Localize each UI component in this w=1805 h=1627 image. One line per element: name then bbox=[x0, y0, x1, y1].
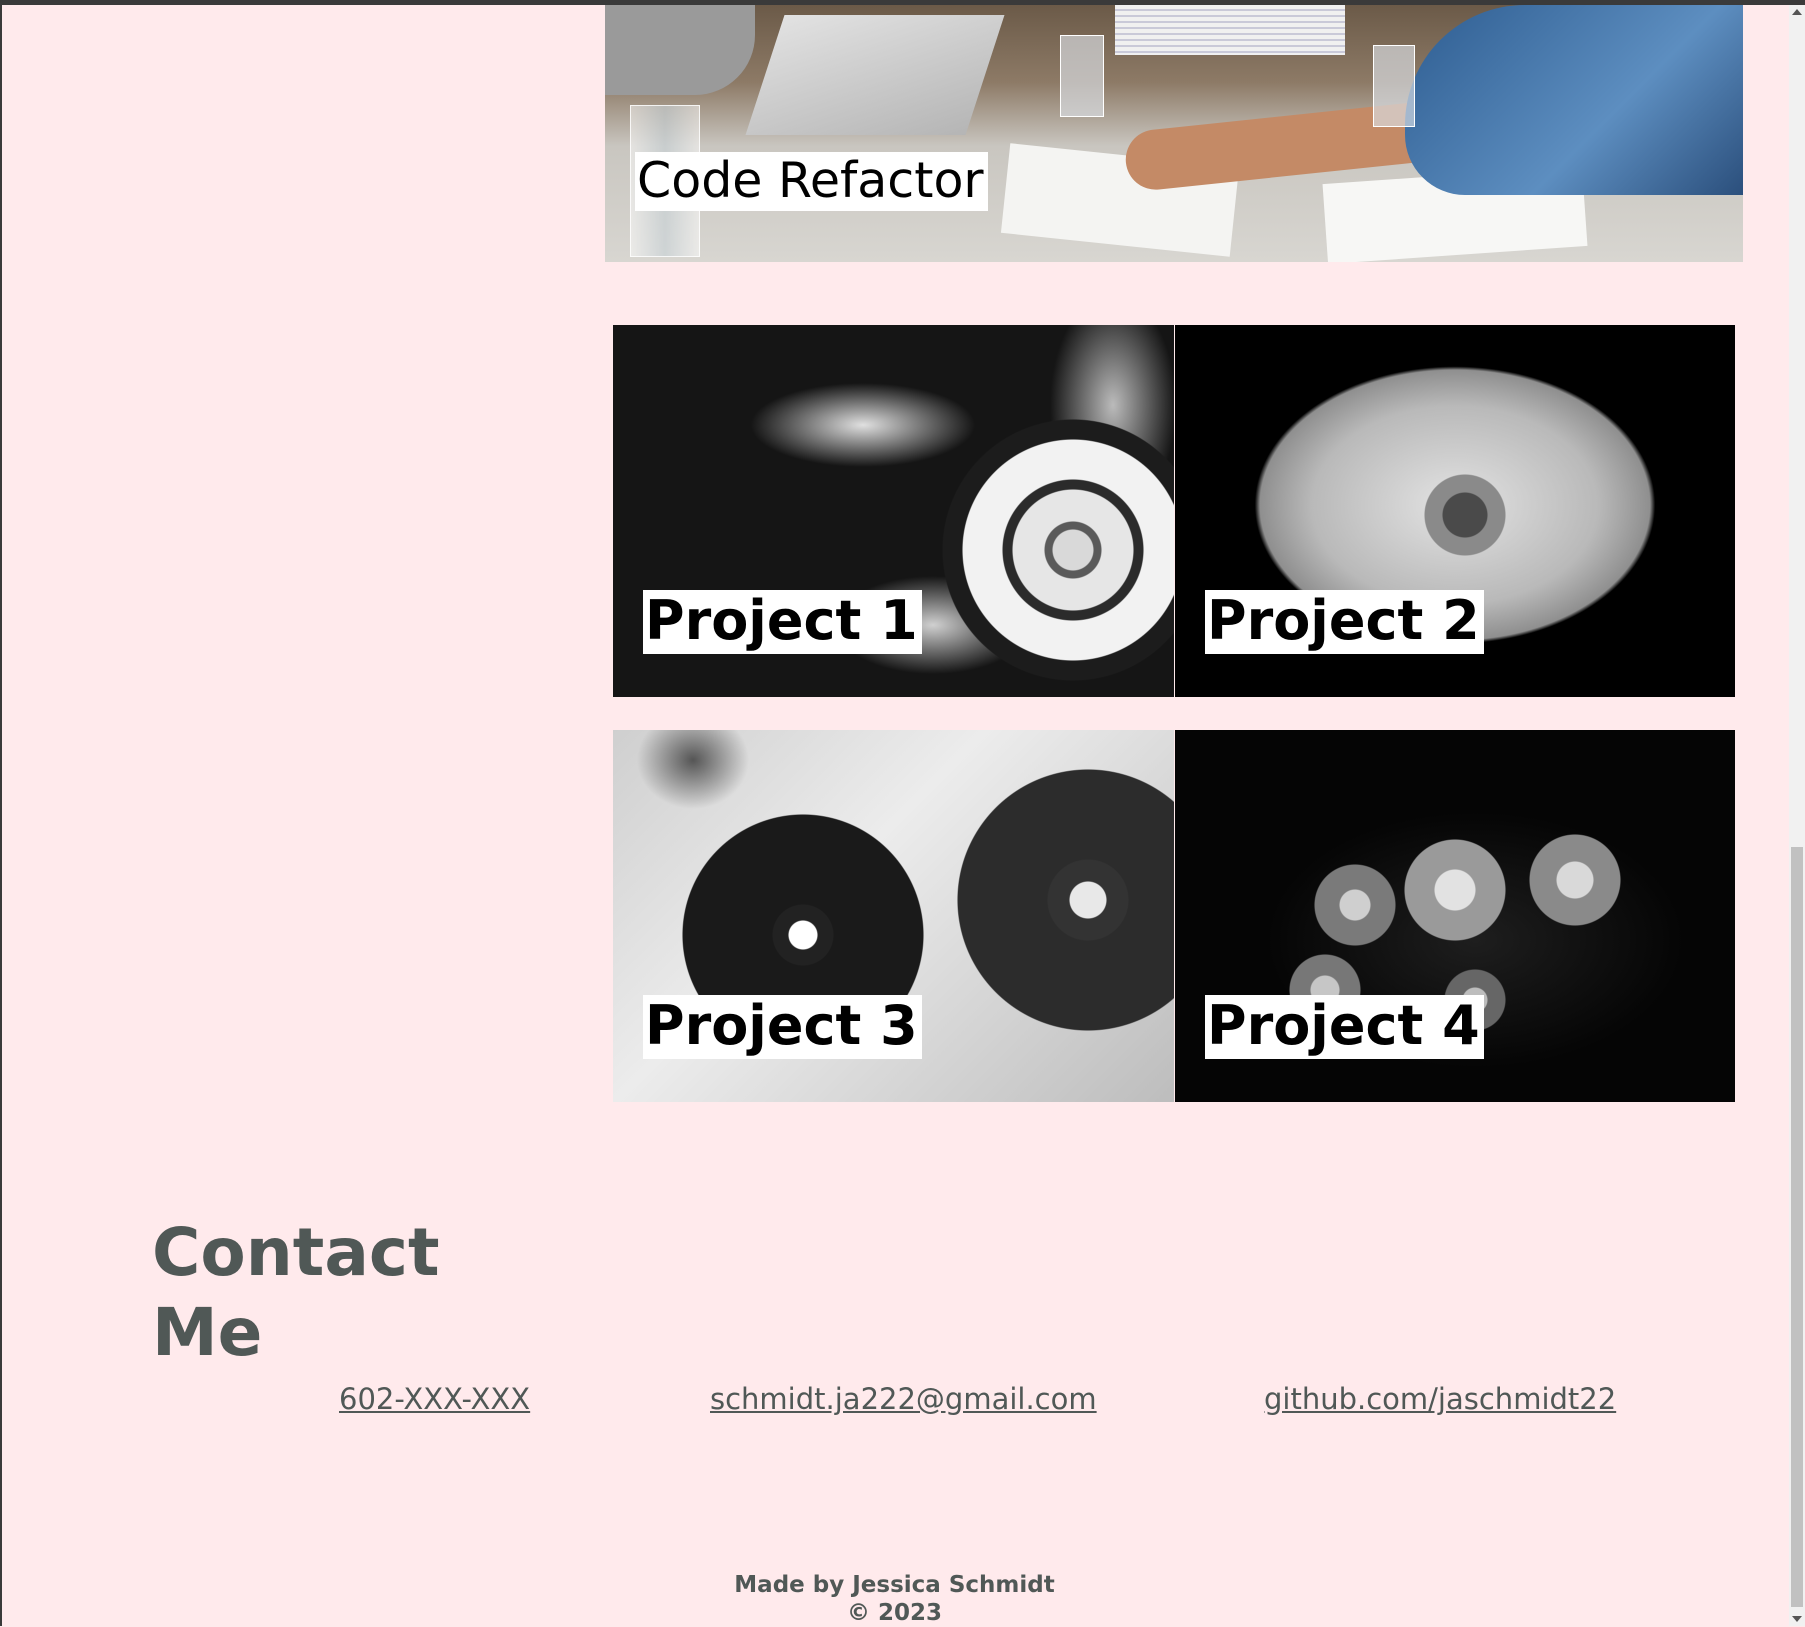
project-card-code-refactor[interactable]: Code Refactor bbox=[605, 5, 1743, 262]
vertical-scrollbar[interactable] bbox=[1789, 5, 1805, 1626]
project-card-4[interactable]: Project 4 bbox=[1175, 730, 1735, 1102]
email-link[interactable]: schmidt.ja222@gmail.com bbox=[710, 1382, 1097, 1416]
project-card-3[interactable]: Project 3 bbox=[613, 730, 1174, 1102]
github-link[interactable]: github.com/jaschmidt22 bbox=[1264, 1382, 1616, 1416]
photo-shape bbox=[1115, 5, 1345, 55]
project-card-1[interactable]: Project 1 bbox=[613, 325, 1174, 697]
contact-heading: Contact Me bbox=[152, 1214, 440, 1371]
scroll-down-arrow-icon[interactable] bbox=[1792, 1616, 1802, 1622]
scrollbar-thumb[interactable] bbox=[1791, 847, 1803, 1607]
laptop-image bbox=[745, 15, 1005, 135]
scroll-up-arrow-icon[interactable] bbox=[1792, 9, 1802, 15]
photo-shape bbox=[605, 5, 755, 95]
project-title: Project 3 bbox=[643, 995, 922, 1059]
footer-credit: Made by Jessica Schmidt bbox=[734, 1572, 1055, 1598]
project-title: Code Refactor bbox=[635, 152, 988, 211]
project-title: Project 2 bbox=[1205, 590, 1484, 654]
sleeve-image bbox=[1405, 5, 1743, 195]
project-title: Project 1 bbox=[643, 590, 922, 654]
glass-image bbox=[1060, 35, 1104, 117]
project-title: Project 4 bbox=[1205, 995, 1484, 1059]
window-left-border bbox=[0, 0, 2, 1626]
footer-copyright: © 2023 bbox=[846, 1600, 943, 1626]
phone-link[interactable]: 602-XXX-XXX bbox=[339, 1382, 530, 1416]
project-card-2[interactable]: Project 2 bbox=[1175, 325, 1735, 697]
footer: Made by Jessica Schmidt © 2023 bbox=[0, 1571, 1789, 1627]
glass-image bbox=[1373, 45, 1415, 127]
